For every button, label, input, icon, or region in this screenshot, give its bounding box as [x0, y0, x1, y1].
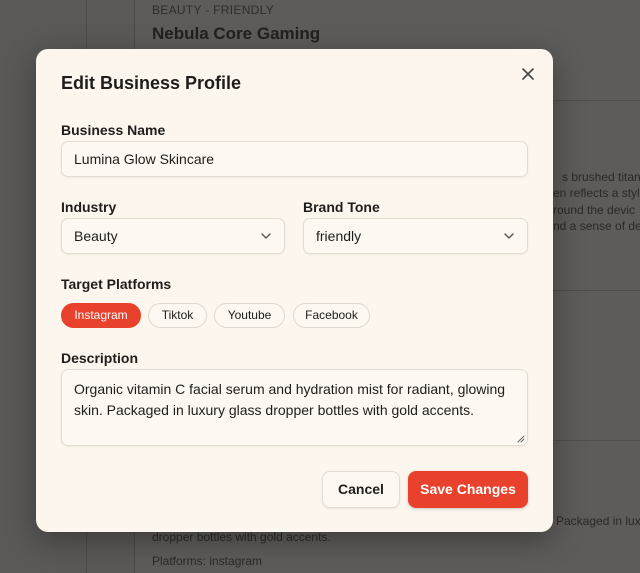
background-desc-fragment: nd a sense of de	[553, 219, 640, 233]
chevron-down-icon	[261, 233, 271, 239]
brand-tone-value: friendly	[316, 228, 362, 244]
background-card-title: Nebula Core Gaming	[152, 24, 321, 43]
description-textarea[interactable]: Organic vitamin C facial serum and hydra…	[61, 369, 528, 446]
background-desc-fragment: Packaged in lux	[556, 514, 640, 528]
dialog-title: Edit Business Profile	[61, 73, 242, 93]
background-card-eyebrow: BEAUTY - FRIENDLY	[152, 3, 275, 17]
description-value: Organic vitamin C facial serum and hydra…	[74, 381, 506, 418]
description-label: Description	[61, 350, 139, 366]
background-desc-line: dropper bottles with gold accents.	[152, 530, 331, 544]
platform-chip-youtube[interactable]: Youtube	[214, 303, 285, 328]
platform-chip-tiktok[interactable]: Tiktok	[148, 303, 207, 328]
save-changes-button[interactable]: Save Changes	[408, 471, 528, 508]
cancel-button[interactable]: Cancel	[322, 471, 400, 508]
brand-tone-select[interactable]: friendly	[303, 218, 528, 254]
industry-select[interactable]: Beauty	[61, 218, 285, 254]
edit-profile-dialog: Edit Business Profile Business Name Lumi…	[36, 49, 553, 532]
background-platforms-line: Platforms: instagram	[152, 554, 263, 568]
platform-chip-instagram[interactable]: Instagram	[61, 303, 141, 328]
chevron-down-icon	[504, 233, 514, 239]
target-platforms-label: Target Platforms	[61, 276, 172, 292]
background-desc-fragment: round the devic	[553, 203, 636, 217]
industry-value: Beauty	[74, 228, 118, 244]
business-name-label: Business Name	[61, 122, 166, 138]
platform-chip-facebook[interactable]: Facebook	[293, 303, 370, 328]
industry-label: Industry	[61, 199, 117, 215]
brand-tone-label: Brand Tone	[303, 199, 380, 215]
background-desc-fragment: s brushed titani	[562, 170, 640, 184]
business-name-input[interactable]: Lumina Glow Skincare	[61, 141, 528, 177]
close-icon[interactable]	[519, 65, 537, 83]
resize-handle-icon[interactable]	[517, 435, 525, 443]
background-desc-fragment: en reflects a styli	[553, 186, 640, 200]
business-name-value: Lumina Glow Skincare	[74, 151, 215, 167]
